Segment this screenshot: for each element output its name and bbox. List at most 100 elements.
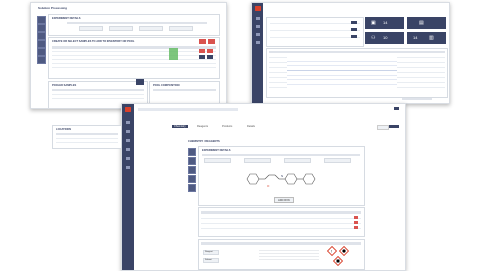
row-action-4[interactable] (207, 55, 213, 59)
reagent-delete-3[interactable] (354, 226, 358, 229)
move-to-pool-button[interactable] (136, 79, 144, 85)
activity-toggle-2[interactable] (351, 28, 357, 31)
reagent-delete-2[interactable] (354, 221, 358, 224)
details-field-1[interactable] (204, 158, 231, 163)
details-field-2[interactable] (244, 158, 271, 163)
pooled-row-2[interactable] (52, 98, 144, 99)
records-link-column (287, 57, 397, 88)
add-rxn-label: ADD RXN (278, 198, 290, 202)
tool-button-5[interactable] (188, 184, 196, 192)
activity-row-1[interactable] (270, 23, 360, 24)
samples-row-1[interactable] (52, 51, 216, 52)
samples-row-3[interactable] (52, 59, 216, 60)
details-field-2[interactable] (109, 26, 133, 31)
row-action-2[interactable] (207, 49, 213, 53)
users-icon: ⚇ (371, 35, 376, 41)
section-title: CHEMISTRY / REAGENTS (188, 140, 220, 143)
remove-sample-button[interactable] (208, 39, 215, 44)
tab-products[interactable]: Products (222, 125, 232, 128)
logo-icon[interactable] (125, 107, 131, 112)
pager[interactable] (402, 98, 432, 100)
stat-tile-2[interactable]: ▤ (407, 17, 446, 29)
tab-details[interactable]: Details (247, 125, 255, 128)
tool-button-3[interactable] (188, 166, 196, 174)
stat-tile-1[interactable]: ▣ 14 (365, 17, 404, 29)
tool-button-2[interactable] (37, 24, 46, 32)
recent-activity-panel (266, 17, 364, 47)
tool-button-6[interactable] (37, 56, 46, 64)
pooled-row-1[interactable] (52, 94, 144, 95)
nav-icon-4[interactable] (126, 148, 130, 151)
nav-icon-2[interactable] (255, 25, 260, 28)
tool-button-2[interactable] (188, 157, 196, 165)
reagent-chip-label: Reagent (205, 251, 213, 253)
tool-button-3[interactable] (37, 32, 46, 40)
details-field-1[interactable] (79, 26, 103, 31)
locations-panel: LOCATIONS (52, 125, 122, 149)
stat-tile-3[interactable]: ⚇ 10 (365, 32, 404, 44)
tool-button-4[interactable] (37, 40, 46, 48)
solvent-chip-label: Solvent (205, 259, 212, 261)
reagent-chip[interactable]: Reagent (203, 250, 219, 255)
details-field-4[interactable] (324, 158, 351, 163)
hazard-icon: ! (327, 246, 337, 256)
details-field-3[interactable] (139, 26, 163, 31)
row-action-3[interactable] (199, 55, 205, 59)
nav-icon-6[interactable] (126, 166, 130, 169)
submit-button[interactable] (389, 125, 399, 128)
window-inventory-dashboard: ▣ 14 ▤ ⚇ 10 14 ▥ (251, 2, 450, 104)
samples-header-row (52, 46, 216, 49)
nav-icon-1[interactable] (126, 121, 130, 124)
nav-icon-3[interactable] (126, 139, 130, 142)
experiment-details-panel: EXPERIMENT DETAILS O N ADD RXN (198, 146, 365, 206)
activity-toggle-1[interactable] (351, 21, 357, 24)
tool-button-1[interactable] (188, 148, 196, 156)
hazard-description (259, 248, 319, 262)
add-sample-button[interactable] (199, 39, 206, 44)
activity-row-2[interactable] (270, 30, 360, 31)
svg-text:N: N (281, 174, 283, 178)
folder-icon: ▣ (371, 20, 376, 26)
details-field-4[interactable] (169, 26, 193, 31)
row-action-1[interactable] (199, 49, 205, 53)
samples-panel: CREATE OR SELECT SAMPLES TO ADD TO INVEN… (48, 37, 220, 79)
nav-icon-5[interactable] (126, 157, 130, 160)
records-header-row (269, 51, 445, 53)
tab-reagents[interactable]: Reagents (197, 125, 208, 128)
pooled-samples-heading: POOLED SAMPLES (52, 84, 77, 87)
add-rxn-button[interactable]: ADD RXN (274, 197, 294, 203)
tab-chemistry[interactable]: Chemistry (172, 125, 188, 128)
nav-icon-3[interactable] (255, 33, 260, 36)
tool-button-4[interactable] (188, 175, 196, 183)
locations-row-1[interactable] (56, 138, 118, 139)
samples-row-5[interactable] (52, 67, 216, 68)
nav-icon-2[interactable] (126, 130, 130, 133)
solvent-chip[interactable]: Solvent (203, 258, 219, 263)
samples-row-4[interactable] (52, 63, 216, 64)
reagents-row-1[interactable] (201, 218, 361, 219)
reagents-header-row (201, 211, 361, 214)
experiment-details-heading: EXPERIMENT DETAILS (52, 17, 81, 20)
tool-button-5[interactable] (37, 48, 46, 56)
activity-row-3[interactable] (270, 37, 360, 38)
stat-tile-4[interactable]: 14 ▥ (407, 32, 446, 44)
samples-row-2[interactable] (52, 55, 216, 56)
pooled-header-row (52, 89, 144, 91)
close-icon[interactable] (394, 107, 399, 110)
activity-toggle-3[interactable] (351, 35, 357, 38)
breadcrumb (138, 108, 238, 111)
reagents-row-3[interactable] (201, 228, 361, 229)
svg-text:O: O (267, 184, 270, 188)
experiment-details-panel: EXPERIMENT DETAILS (48, 14, 220, 36)
nav-icon-4[interactable] (255, 41, 260, 44)
logo-icon[interactable] (254, 6, 261, 11)
locations-row-2[interactable] (56, 142, 118, 143)
nav-icon-1[interactable] (255, 17, 260, 20)
left-rail (122, 104, 134, 270)
save-button[interactable] (377, 125, 389, 130)
tool-button-1[interactable] (37, 16, 46, 24)
hazards-header-row (201, 242, 361, 245)
reagents-row-2[interactable] (201, 223, 361, 224)
reagent-delete-1[interactable] (354, 216, 358, 219)
details-field-3[interactable] (284, 158, 311, 163)
